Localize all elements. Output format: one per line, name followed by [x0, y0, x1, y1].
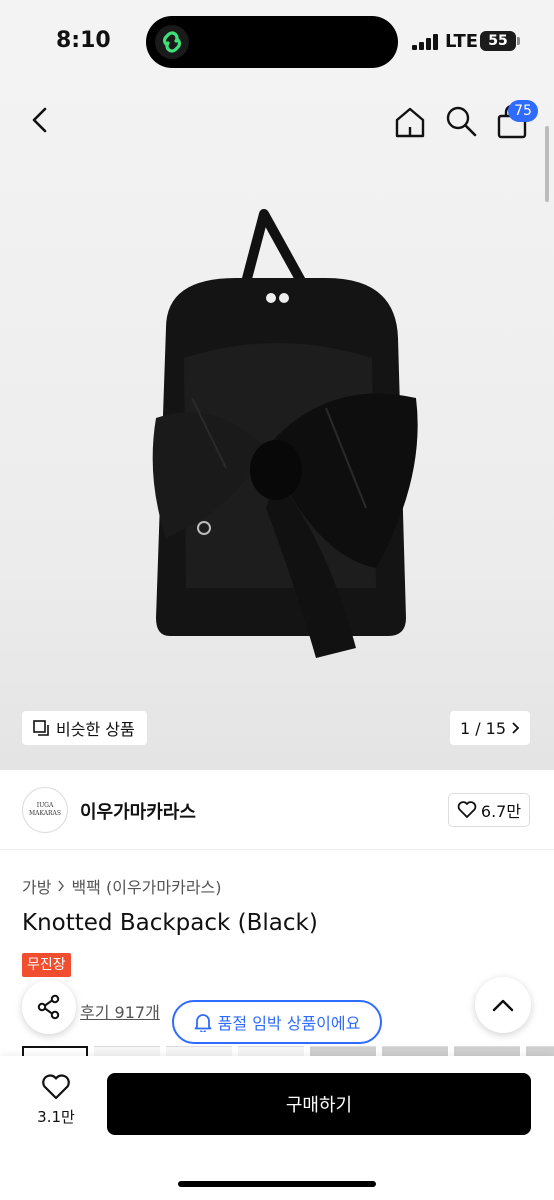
wishlist-count: 3.1만	[37, 1108, 75, 1126]
buy-button[interactable]: 구매하기	[107, 1073, 531, 1135]
breadcrumb-subcategory[interactable]: 백팩 (이우가마카라스)	[71, 874, 221, 898]
chevron-right-icon	[512, 722, 520, 734]
share-button[interactable]	[22, 980, 76, 1034]
option-thumbnail[interactable]	[382, 1046, 448, 1056]
purchase-bar: 3.1만 구매하기	[0, 1056, 554, 1200]
back-button[interactable]	[22, 102, 58, 138]
chevron-up-icon	[492, 999, 514, 1012]
signal-icon	[412, 34, 438, 50]
pager-text: 1 / 15	[459, 718, 507, 738]
breadcrumb-category[interactable]: 가방	[22, 874, 51, 898]
wishlist-button[interactable]: 3.1만	[30, 1074, 82, 1127]
low-stock-label: 품절 임박 상품이에요	[217, 1014, 361, 1033]
similar-products-button[interactable]: 비슷한 상품	[22, 711, 147, 745]
option-thumbnail[interactable]	[166, 1046, 232, 1056]
search-button[interactable]	[442, 102, 480, 140]
bell-icon	[194, 1014, 212, 1032]
option-thumbnail[interactable]	[22, 1046, 88, 1056]
brand-row[interactable]: IUGA MAKARAS 이우가마카라스 6.7만	[0, 770, 554, 850]
battery-nub	[517, 37, 520, 45]
home-icon	[395, 107, 425, 138]
heart-icon	[42, 1074, 70, 1100]
chevron-right-icon	[58, 880, 65, 892]
breadcrumb: 가방 백팩 (이우가마카라스)	[22, 874, 222, 898]
option-thumbnail[interactable]	[454, 1046, 520, 1056]
brand-name[interactable]: 이우가마카라스	[80, 798, 196, 824]
brand-like-button[interactable]: 6.7만	[448, 793, 530, 827]
option-thumbnail[interactable]	[94, 1046, 160, 1056]
option-thumbnail[interactable]	[310, 1046, 376, 1056]
home-indicator	[178, 1181, 376, 1187]
product-gallery[interactable]: 75 비슷한 상품 1 / 15	[0, 84, 554, 770]
status-time: 8:10	[56, 28, 111, 53]
heart-icon	[457, 801, 477, 818]
dynamic-island	[146, 16, 398, 68]
product-image[interactable]	[126, 208, 426, 664]
option-thumbnail[interactable]	[526, 1046, 554, 1056]
gallery-pager[interactable]: 1 / 15	[450, 711, 530, 745]
low-stock-alert: 품절 임박 상품이에요	[172, 1000, 382, 1044]
chevron-left-icon	[32, 107, 47, 133]
search-icon	[446, 106, 477, 137]
scroll-top-button[interactable]	[475, 977, 531, 1033]
brand-like-count: 6.7만	[480, 802, 522, 821]
option-thumbnails	[22, 1046, 554, 1056]
scroll-indicator	[545, 126, 549, 202]
share-icon	[37, 994, 60, 1020]
status-bar: 8:10 LTE 55	[0, 0, 554, 84]
network-type: LTE	[445, 31, 479, 52]
similar-products-label: 비슷한 상품	[56, 720, 135, 739]
similar-items-icon	[33, 720, 49, 736]
option-thumbnail[interactable]	[238, 1046, 304, 1056]
product-title: Knotted Backpack (Black)	[22, 910, 318, 936]
brand-logo-line1: IUGA	[36, 802, 54, 810]
reviews-link[interactable]: 후기 917개	[80, 999, 160, 1023]
brand-logo[interactable]: IUGA MAKARAS	[22, 787, 68, 833]
link-app-icon	[155, 25, 189, 59]
cart-count-badge: 75	[508, 100, 538, 122]
home-button[interactable]	[390, 102, 430, 142]
battery-icon: 55	[480, 31, 516, 51]
promo-tag: 무진장	[22, 953, 71, 977]
brand-logo-line2: MAKARAS	[28, 810, 61, 817]
